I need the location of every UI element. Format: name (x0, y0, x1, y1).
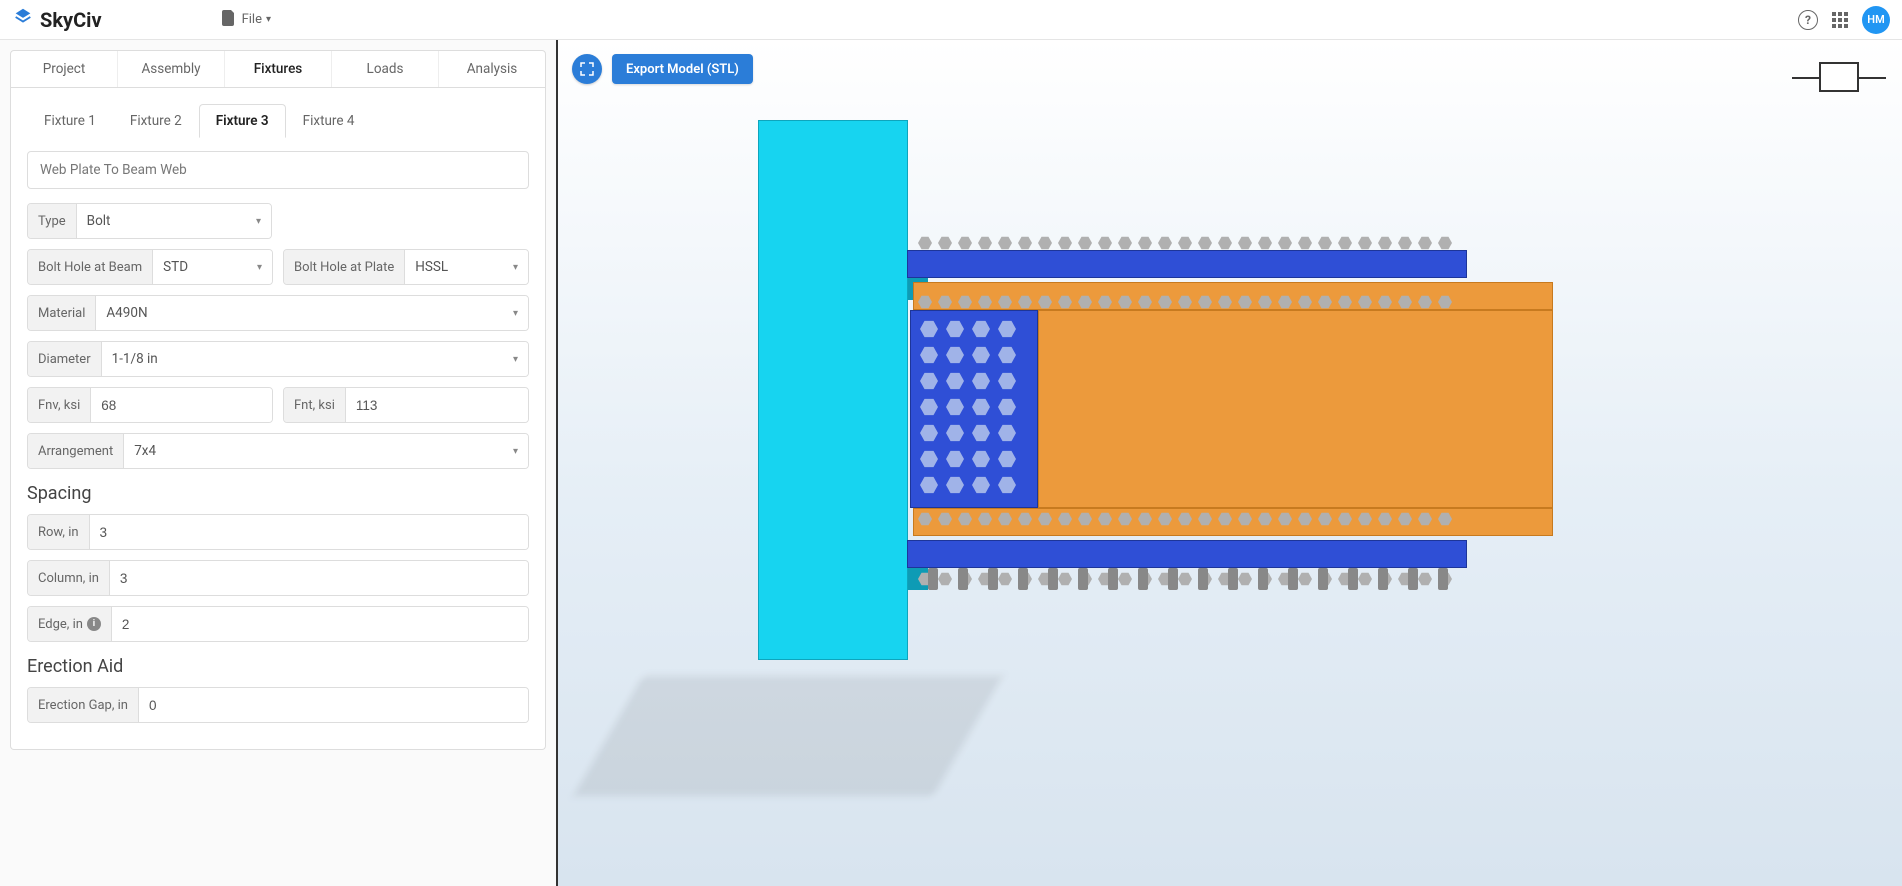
viewport-3d[interactable]: Export Model (STL) (558, 40, 1902, 886)
file-icon (222, 10, 236, 30)
brand-icon (12, 6, 34, 33)
bolt-pins-bottom (928, 568, 1448, 590)
bolt-hole-beam-label: Bolt Hole at Beam (28, 250, 153, 284)
fixture-tabs: Fixture 1 Fixture 2 Fixture 3 Fixture 4 (27, 104, 529, 139)
row-spacing-input[interactable] (90, 515, 528, 549)
edge-spacing-label: Edge, in i (28, 607, 112, 641)
arrangement-label: Arrangement (28, 434, 124, 468)
help-icon[interactable]: ? (1798, 10, 1818, 30)
tab-analysis[interactable]: Analysis (438, 51, 545, 87)
tab-assembly[interactable]: Assembly (117, 51, 224, 87)
row-spacing-label: Row, in (28, 515, 90, 549)
view-cube[interactable] (1806, 60, 1872, 94)
avatar[interactable]: HM (1862, 6, 1890, 34)
fnv-label: Fnv, ksi (28, 388, 91, 422)
erection-gap-input[interactable] (139, 688, 528, 722)
spacing-heading: Spacing (27, 483, 529, 504)
top-bar: SkyCiv File ▾ ? HM (0, 0, 1902, 40)
expand-button[interactable] (572, 54, 602, 84)
file-menu[interactable]: File ▾ (222, 10, 271, 30)
chevron-down-icon: ▾ (513, 446, 518, 457)
fnt-label: Fnt, ksi (284, 388, 346, 422)
model-top-plate (907, 250, 1467, 278)
chevron-down-icon: ▾ (257, 262, 262, 273)
brand-text: SkyCiv (40, 8, 102, 32)
bolt-hole-plate-label: Bolt Hole at Plate (284, 250, 405, 284)
bolt-hole-plate-select[interactable]: HSSL ▾ (405, 250, 528, 284)
column-spacing-input[interactable] (110, 561, 528, 595)
erection-heading: Erection Aid (27, 656, 529, 677)
export-model-button[interactable]: Export Model (STL) (612, 54, 753, 84)
bolt-row-top (918, 236, 1452, 250)
fixture-title: Web Plate To Beam Web (27, 151, 529, 189)
subtab-fixture-1[interactable]: Fixture 1 (27, 104, 113, 138)
column-spacing-label: Column, in (28, 561, 110, 595)
bolt-grid-web (920, 320, 1016, 494)
material-label: Material (28, 296, 96, 330)
type-label: Type (28, 204, 77, 238)
tab-loads[interactable]: Loads (331, 51, 438, 87)
main-tabs: Project Assembly Fixtures Loads Analysis (10, 50, 546, 88)
model-shadow (573, 676, 1002, 796)
chevron-down-icon: ▾ (513, 262, 518, 273)
apps-icon[interactable] (1832, 12, 1848, 28)
diameter-select[interactable]: 1-1/8 in ▾ (102, 342, 528, 376)
bolt-row-flange-bot (918, 512, 1452, 526)
chevron-down-icon: ▾ (513, 354, 518, 365)
topbar-right: ? HM (1798, 6, 1890, 34)
erection-gap-label: Erection Gap, in (28, 688, 139, 722)
main-content: Project Assembly Fixtures Loads Analysis… (0, 40, 1902, 886)
fnt-input[interactable] (346, 388, 529, 422)
chevron-down-icon: ▾ (513, 308, 518, 319)
model-bottom-plate (907, 540, 1467, 568)
diameter-label: Diameter (28, 342, 102, 376)
brand-logo[interactable]: SkyCiv (12, 6, 102, 33)
tab-fixtures[interactable]: Fixtures (224, 51, 331, 87)
subtab-fixture-3[interactable]: Fixture 3 (199, 104, 286, 138)
subtab-fixture-2[interactable]: Fixture 2 (113, 104, 199, 138)
edge-spacing-input[interactable] (112, 607, 528, 641)
bolt-hole-beam-select[interactable]: STD ▾ (153, 250, 272, 284)
tab-project[interactable]: Project (11, 51, 117, 87)
panel-body: Fixture 1 Fixture 2 Fixture 3 Fixture 4 … (10, 88, 546, 750)
material-select[interactable]: A490N ▾ (96, 296, 528, 330)
model-3d (758, 120, 1578, 690)
info-icon[interactable]: i (87, 617, 101, 631)
bolt-row-flange-top (918, 295, 1452, 309)
model-column (758, 120, 908, 660)
model-beam-web (1038, 310, 1553, 508)
arrangement-select[interactable]: 7x4 ▾ (124, 434, 528, 468)
type-select[interactable]: Bolt ▾ (77, 204, 271, 238)
chevron-down-icon: ▾ (266, 14, 271, 25)
fnv-input[interactable] (91, 388, 273, 422)
file-menu-label: File (242, 12, 262, 27)
left-panel: Project Assembly Fixtures Loads Analysis… (0, 40, 558, 886)
viewport-toolbar: Export Model (STL) (572, 54, 753, 84)
chevron-down-icon: ▾ (256, 216, 261, 227)
subtab-fixture-4[interactable]: Fixture 4 (286, 104, 372, 138)
